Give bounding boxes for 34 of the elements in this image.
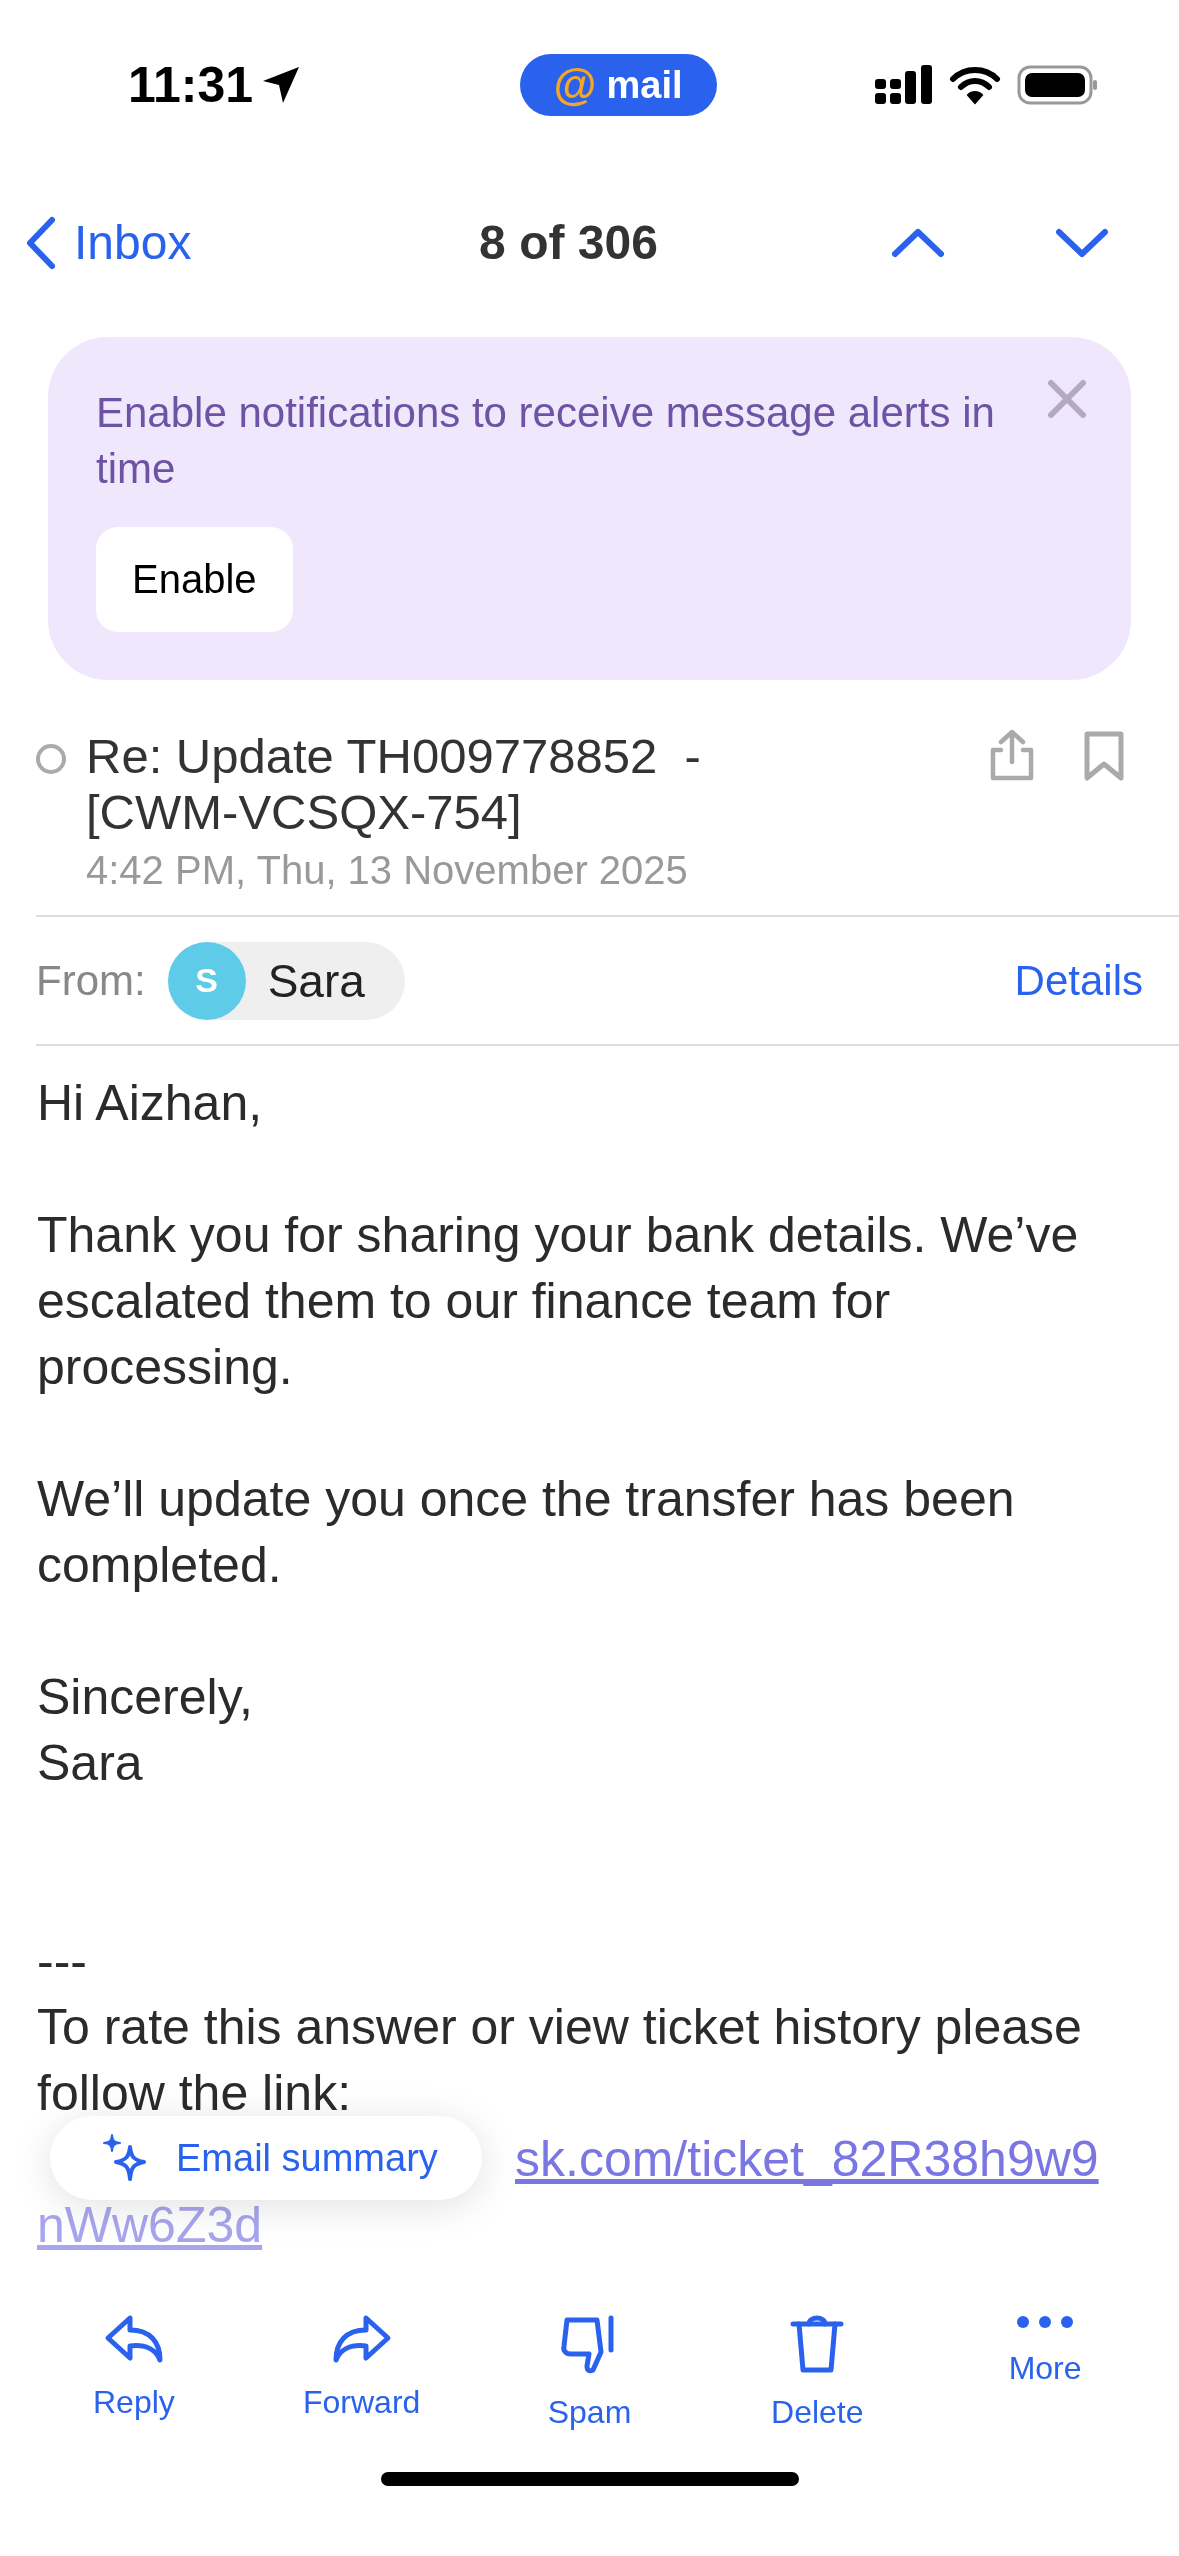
toolbar-button[interactable]: Reply [43,2312,224,2421]
from-label: From: [36,956,146,1005]
banner-text: Enable notifications to receive message alerts in time [96,388,996,494]
email-text: Sara [37,1734,144,1793]
separator-text: --- [37,1932,88,1991]
enable-button[interactable]: Enable [96,527,293,632]
email-subject: Re: Update TH009778852 - [CWM-VCSQX-754] [86,728,702,840]
sender-name: Sara [267,953,365,1008]
email-paragraph: Hi Aizhan, [37,1074,264,1133]
ticket-link[interactable]: sk.com/ticket_82R38h9w9 [515,2131,1099,2187]
location-arrow-icon [261,65,302,105]
chevron-left-icon [26,215,56,270]
wifi-icon [949,65,1001,105]
read-status-dot[interactable] [36,744,66,774]
email-date: 4:42 PM, Thu, 13 November 2025 [86,848,689,893]
back-button[interactable]: Inbox [26,215,326,270]
details-link[interactable]: Details [1014,956,1143,1005]
toolbar-button[interactable]: Forward [271,2312,452,2421]
status-time: 11:31 [128,56,254,114]
email-text: Sincerely, [37,1668,254,1727]
email-summary-button[interactable]: Email summary [50,2116,482,2200]
battery-icon [1017,65,1099,105]
toolbar-button[interactable]: Delete [727,2312,908,2431]
app-badge-mark: @ [553,60,597,110]
signal-icon [875,65,933,105]
email-paragraph: Thank you for sharing your bank details. We’ve escalated them to our finance team for processing. [37,1206,1080,1397]
sender-chip[interactable]: S Sara [167,941,405,1020]
message-position: 8 of 306 [478,215,659,270]
app-badge-label: mail [606,63,683,107]
sender-avatar: S [167,941,246,1020]
close-button[interactable] [1047,379,1087,419]
email-paragraph: We’ll update you once the transfer has been completed. [37,1470,1016,1595]
toolbar-button[interactable]: Spam [499,2312,680,2431]
toolbar-button[interactable]: More [955,2312,1136,2387]
